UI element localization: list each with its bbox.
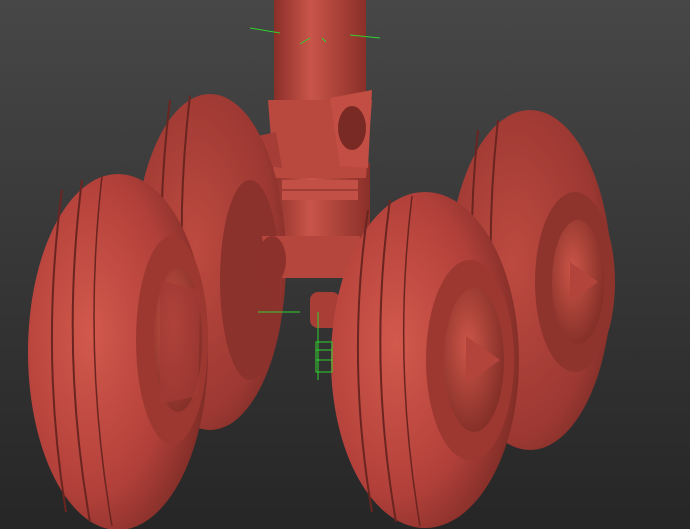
wheel-front-left[interactable] — [28, 174, 208, 529]
wheel-front-right[interactable] — [331, 192, 519, 528]
viewport-canvas[interactable] — [0, 0, 690, 529]
3d-viewport[interactable] — [0, 0, 690, 529]
